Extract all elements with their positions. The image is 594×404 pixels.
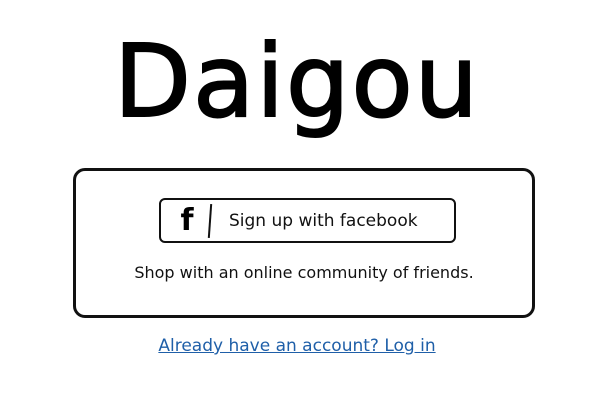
login-link[interactable]: Already have an account? Log in xyxy=(0,336,594,356)
tagline: Shop with an online community of friends… xyxy=(134,263,474,282)
signup-panel: f Sign up with facebook Shop with an onl… xyxy=(73,168,535,318)
facebook-signup-label: Sign up with facebook xyxy=(229,210,418,231)
facebook-signup-button[interactable]: f Sign up with facebook xyxy=(159,198,456,243)
facebook-icon: f xyxy=(180,202,194,238)
app-title: Daigou xyxy=(113,22,481,141)
button-divider xyxy=(207,203,213,238)
